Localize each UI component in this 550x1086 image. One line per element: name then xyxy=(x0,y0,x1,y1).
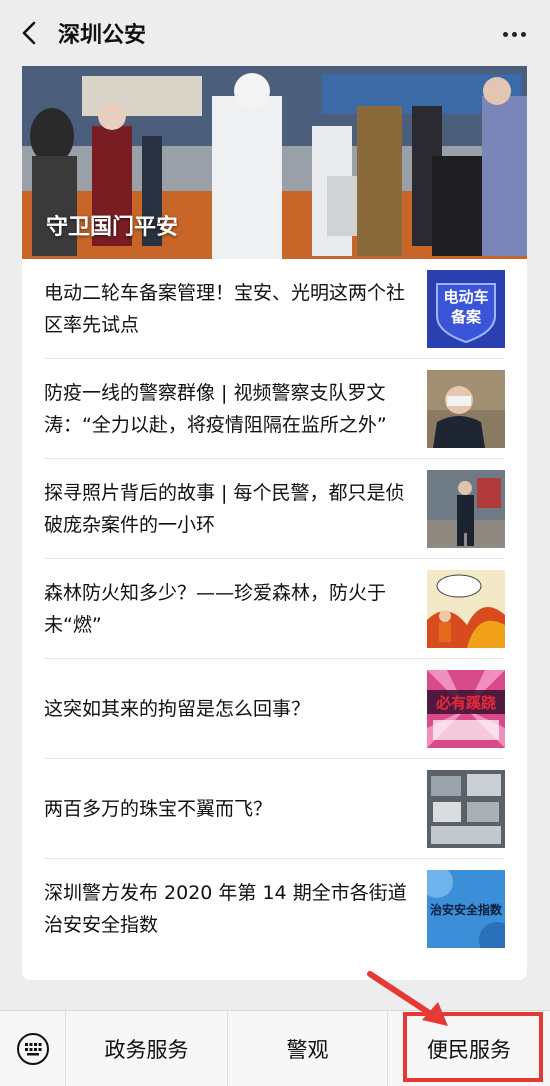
page-title: 深圳公安 xyxy=(58,23,147,48)
menu-item-police-view[interactable]: 警观 xyxy=(228,1010,388,1086)
more-button[interactable] xyxy=(498,20,530,48)
article-thumbnail xyxy=(427,769,505,848)
list-item[interactable]: 这突如其来的拘留是怎么回事？ 必有蹊跷 xyxy=(44,659,505,759)
hero-caption: 守卫国门平安 xyxy=(46,215,179,240)
svg-text:治安安全指数: 治安安全指数 xyxy=(430,902,503,917)
menu-item-convenience-services[interactable]: 便民服务 xyxy=(388,1011,550,1086)
article-thumbnail xyxy=(427,569,505,648)
article-title: 森林防火知多少？——珍爱森林，防火于未“燃” xyxy=(44,581,387,636)
article-title: 这突如其来的拘留是怎么回事？ xyxy=(44,697,311,720)
menu-item-government-services[interactable]: 政务服务 xyxy=(66,1010,228,1086)
list-item[interactable]: 两百多万的珠宝不翼而飞？ xyxy=(44,759,505,859)
article-title: 两百多万的珠宝不翼而飞？ xyxy=(44,797,273,820)
article-thumbnail xyxy=(427,469,505,548)
article-title: 探寻照片背后的故事 | 每个民警，都只是侦破庞杂案件的一小环 xyxy=(44,481,405,536)
article-thumbnail: 治安安全指数 xyxy=(427,870,505,948)
svg-text:备案: 备案 xyxy=(450,308,482,326)
article-thumbnail: 电动车 备案 xyxy=(427,269,505,348)
svg-text:必有蹊跷: 必有蹊跷 xyxy=(435,694,496,712)
bottom-menu-bar: 政务服务 警观 便民服务 xyxy=(0,1010,550,1086)
keyboard-toggle-button[interactable] xyxy=(0,1010,66,1086)
back-chevron-icon xyxy=(22,21,36,45)
hero-article[interactable]: 守卫国门平安 xyxy=(22,66,527,259)
article-title: 深圳警方发布 2020 年第 14 期全市各街道治安安全指数 xyxy=(44,882,407,936)
more-dots-icon xyxy=(502,31,508,37)
svg-text:电动车: 电动车 xyxy=(443,288,488,306)
list-item[interactable]: 森林防火知多少？——珍爱森林，防火于未“燃” xyxy=(44,559,505,659)
list-item[interactable]: 探寻照片背后的故事 | 每个民警，都只是侦破庞杂案件的一小环 xyxy=(44,459,505,559)
back-button[interactable] xyxy=(4,0,54,66)
list-item[interactable]: 电动二轮车备案管理！宝安、光明这两个社区率先试点 电动车 备案 xyxy=(44,259,505,359)
list-item[interactable]: 深圳警方发布 2020 年第 14 期全市各街道治安安全指数 治安安全指数 xyxy=(44,859,505,959)
article-title: 防疫一线的警察群像 | 视频警察支队罗文涛：“全力以赴，将疫情阻隔在监所之外” xyxy=(44,381,387,436)
top-nav-bar: 深圳公安 xyxy=(0,0,550,66)
list-item[interactable]: 防疫一线的警察群像 | 视频警察支队罗文涛：“全力以赴，将疫情阻隔在监所之外” xyxy=(44,359,505,459)
article-thumbnail xyxy=(427,369,505,448)
article-thumbnail: 必有蹊跷 xyxy=(427,669,505,748)
keyboard-icon xyxy=(16,1032,49,1065)
article-card: 守卫国门平安 电动二轮车备案管理！宝安、光明这两个社区率先试点 电动车 备案 防… xyxy=(22,66,527,980)
article-title: 电动二轮车备案管理！宝安、光明这两个社区率先试点 xyxy=(44,281,406,336)
